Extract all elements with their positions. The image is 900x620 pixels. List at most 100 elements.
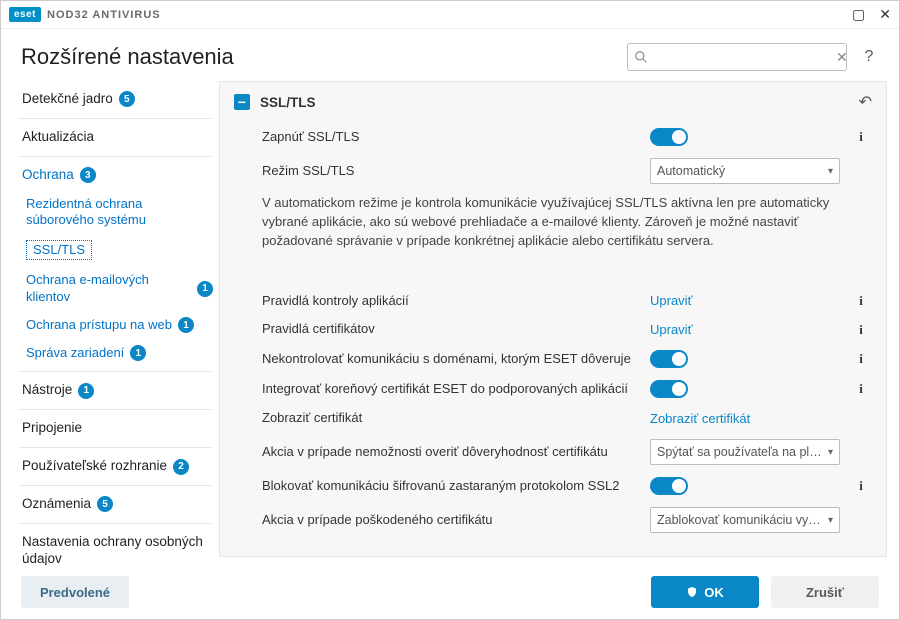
sidebar: Detekčné jadro 5 Aktualizácia Ochrana 3 … (1, 81, 219, 565)
settings-rows: Zapnúť SSL/TLS i Režim SSL/TLS Automatic… (220, 122, 886, 553)
link-show-certificate[interactable]: Zobraziť certifikát (650, 411, 750, 426)
sidebar-item-tools[interactable]: Nástroje 1 (9, 376, 219, 405)
sidebar-item-label: Aktualizácia (22, 129, 94, 146)
search-clear-icon[interactable]: ✕ (836, 49, 848, 66)
sidebar-item-label: Pripojenie (22, 420, 82, 437)
mode-description: V automatickom režime je kontrola komuni… (262, 190, 872, 269)
row-block-ssl2: Blokovať komunikáciu šifrovanú zastaraný… (262, 471, 872, 501)
sidebar-badge: 2 (173, 459, 189, 475)
setting-label: Akcia v prípade poškodeného certifikátu (262, 512, 640, 529)
select-value: Zablokovať komunikáciu vyu... (657, 513, 822, 527)
sidebar-item-privacy[interactable]: Nastavenia ochrany osobných údajov (9, 528, 219, 565)
help-icon[interactable]: ? (859, 48, 879, 66)
sidebar-item-label: Nástroje (22, 382, 72, 399)
sidebar-item-label: Ochrana e-mailových klientov (26, 272, 191, 305)
info-icon[interactable]: i (859, 293, 863, 308)
shield-icon (686, 585, 698, 599)
select-value: Spýtať sa používateľa na pla... (657, 445, 822, 459)
row-unverified-cert-action: Akcia v prípade nemožnosti overiť dôvery… (262, 433, 872, 471)
ok-button-label: OK (704, 585, 724, 600)
setting-label: Zobraziť certifikát (262, 410, 640, 427)
sidebar-item-web-access[interactable]: Ochrana prístupu na web 1 (9, 311, 219, 339)
brand-logo: eset NOD32 ANTIVIRUS (9, 7, 161, 22)
select-unverified-action[interactable]: Spýtať sa používateľa na pla... ▾ (650, 439, 840, 465)
titlebar: eset NOD32 ANTIVIRUS ▢ ✕ (1, 1, 899, 29)
sidebar-item-update[interactable]: Aktualizácia (9, 123, 219, 152)
setting-label: Integrovať koreňový certifikát ESET do p… (262, 381, 640, 398)
cancel-button[interactable]: Zrušiť (771, 576, 879, 608)
sidebar-badge: 5 (119, 91, 135, 107)
content-panel: − SSL/TLS ↶ Zapnúť SSL/TLS i Režim SSL/T… (219, 81, 887, 557)
search-icon (634, 50, 648, 64)
select-value: Automatický (657, 164, 725, 178)
setting-label: Zapnúť SSL/TLS (262, 129, 640, 146)
toggle-enable-ssl[interactable] (650, 128, 688, 146)
chevron-down-icon: ▾ (828, 515, 833, 526)
link-edit-app-rules[interactable]: Upraviť (650, 293, 692, 308)
body: Detekčné jadro 5 Aktualizácia Ochrana 3 … (1, 81, 899, 565)
sidebar-item-label: Oznámenia (22, 496, 91, 513)
sidebar-item-email-clients[interactable]: Ochrana e-mailových klientov 1 (9, 266, 219, 311)
select-ssl-mode[interactable]: Automatický ▾ (650, 158, 840, 184)
select-damaged-action[interactable]: Zablokovať komunikáciu vyu... ▾ (650, 507, 840, 533)
sidebar-item-connection[interactable]: Pripojenie (9, 414, 219, 443)
sidebar-item-label: Správa zariadení (26, 345, 124, 361)
info-icon[interactable]: i (859, 381, 863, 396)
setting-label: Akcia v prípade nemožnosti overiť dôvery… (262, 444, 640, 461)
row-ssl-mode: Režim SSL/TLS Automatický ▾ (262, 152, 872, 190)
sidebar-item-label: Ochrana (22, 167, 74, 184)
sidebar-item-ssl-tls[interactable]: SSL/TLS (9, 234, 219, 266)
setting-label: Blokovať komunikáciu šifrovanú zastaraný… (262, 478, 640, 495)
sidebar-item-label: Ochrana prístupu na web (26, 317, 172, 333)
row-trusted-domains: Nekontrolovať komunikáciu s doménami, kt… (262, 344, 872, 374)
sidebar-item-notifications[interactable]: Oznámenia 5 (9, 490, 219, 519)
info-icon[interactable]: i (859, 478, 863, 493)
info-icon[interactable]: i (859, 322, 863, 337)
row-show-cert: Zobraziť certifikát Zobraziť certifikát (262, 404, 872, 433)
sidebar-item-label: Používateľské rozhranie (22, 458, 167, 475)
header: Rozšírené nastavenia ✕ ? (1, 29, 899, 81)
sidebar-item-label: SSL/TLS (26, 240, 92, 260)
setting-label: Režim SSL/TLS (262, 163, 640, 180)
brand-mark: eset (9, 7, 41, 22)
sidebar-item-realtime-fs[interactable]: Rezidentná ochrana súborového systému (9, 190, 219, 235)
sidebar-item-label: Nastavenia ochrany osobných údajov (22, 534, 213, 565)
window-close-icon[interactable]: ✕ (879, 6, 891, 23)
app-window: eset NOD32 ANTIVIRUS ▢ ✕ Rozšírené nasta… (0, 0, 900, 620)
chevron-down-icon: ▾ (828, 166, 833, 177)
toggle-trusted-domains[interactable] (650, 350, 688, 368)
sidebar-badge: 1 (78, 383, 94, 399)
sidebar-badge: 3 (80, 167, 96, 183)
section-header: − SSL/TLS ↶ (220, 82, 886, 122)
sidebar-item-protection[interactable]: Ochrana 3 (9, 161, 219, 190)
sidebar-badge: 1 (130, 345, 146, 361)
row-enable-ssl: Zapnúť SSL/TLS i (262, 122, 872, 152)
setting-label: Pravidlá kontroly aplikácií (262, 293, 640, 310)
info-icon[interactable]: i (859, 351, 863, 366)
search-field[interactable]: ✕ (627, 43, 847, 71)
sidebar-item-device-control[interactable]: Správa zariadení 1 (9, 339, 219, 367)
window-maximize-icon[interactable]: ▢ (852, 6, 865, 23)
section-title: SSL/TLS (260, 95, 849, 110)
sidebar-item-label: Rezidentná ochrana súborového systému (26, 196, 213, 229)
ok-button[interactable]: OK (651, 576, 759, 608)
revert-icon[interactable]: ↶ (859, 92, 872, 112)
window-controls: ▢ ✕ (852, 6, 891, 23)
sidebar-badge: 5 (97, 496, 113, 512)
search-input[interactable] (648, 50, 836, 65)
default-button[interactable]: Predvolené (21, 576, 129, 608)
collapse-toggle-icon[interactable]: − (234, 94, 250, 110)
chevron-down-icon: ▾ (828, 447, 833, 458)
sidebar-item-detection-core[interactable]: Detekčné jadro 5 (9, 85, 219, 114)
info-icon[interactable]: i (859, 129, 863, 144)
toggle-block-ssl2[interactable] (650, 477, 688, 495)
link-edit-cert-rules[interactable]: Upraviť (650, 322, 692, 337)
sidebar-badge: 1 (197, 281, 213, 297)
setting-label: Pravidlá certifikátov (262, 321, 640, 338)
product-name: NOD32 ANTIVIRUS (47, 9, 161, 21)
sidebar-item-label: Detekčné jadro (22, 91, 113, 108)
row-integrate-root-cert: Integrovať koreňový certifikát ESET do p… (262, 374, 872, 404)
sidebar-item-ui[interactable]: Používateľské rozhranie 2 (9, 452, 219, 481)
toggle-integrate-root-cert[interactable] (650, 380, 688, 398)
row-damaged-cert-action: Akcia v prípade poškodeného certifikátu … (262, 501, 872, 539)
